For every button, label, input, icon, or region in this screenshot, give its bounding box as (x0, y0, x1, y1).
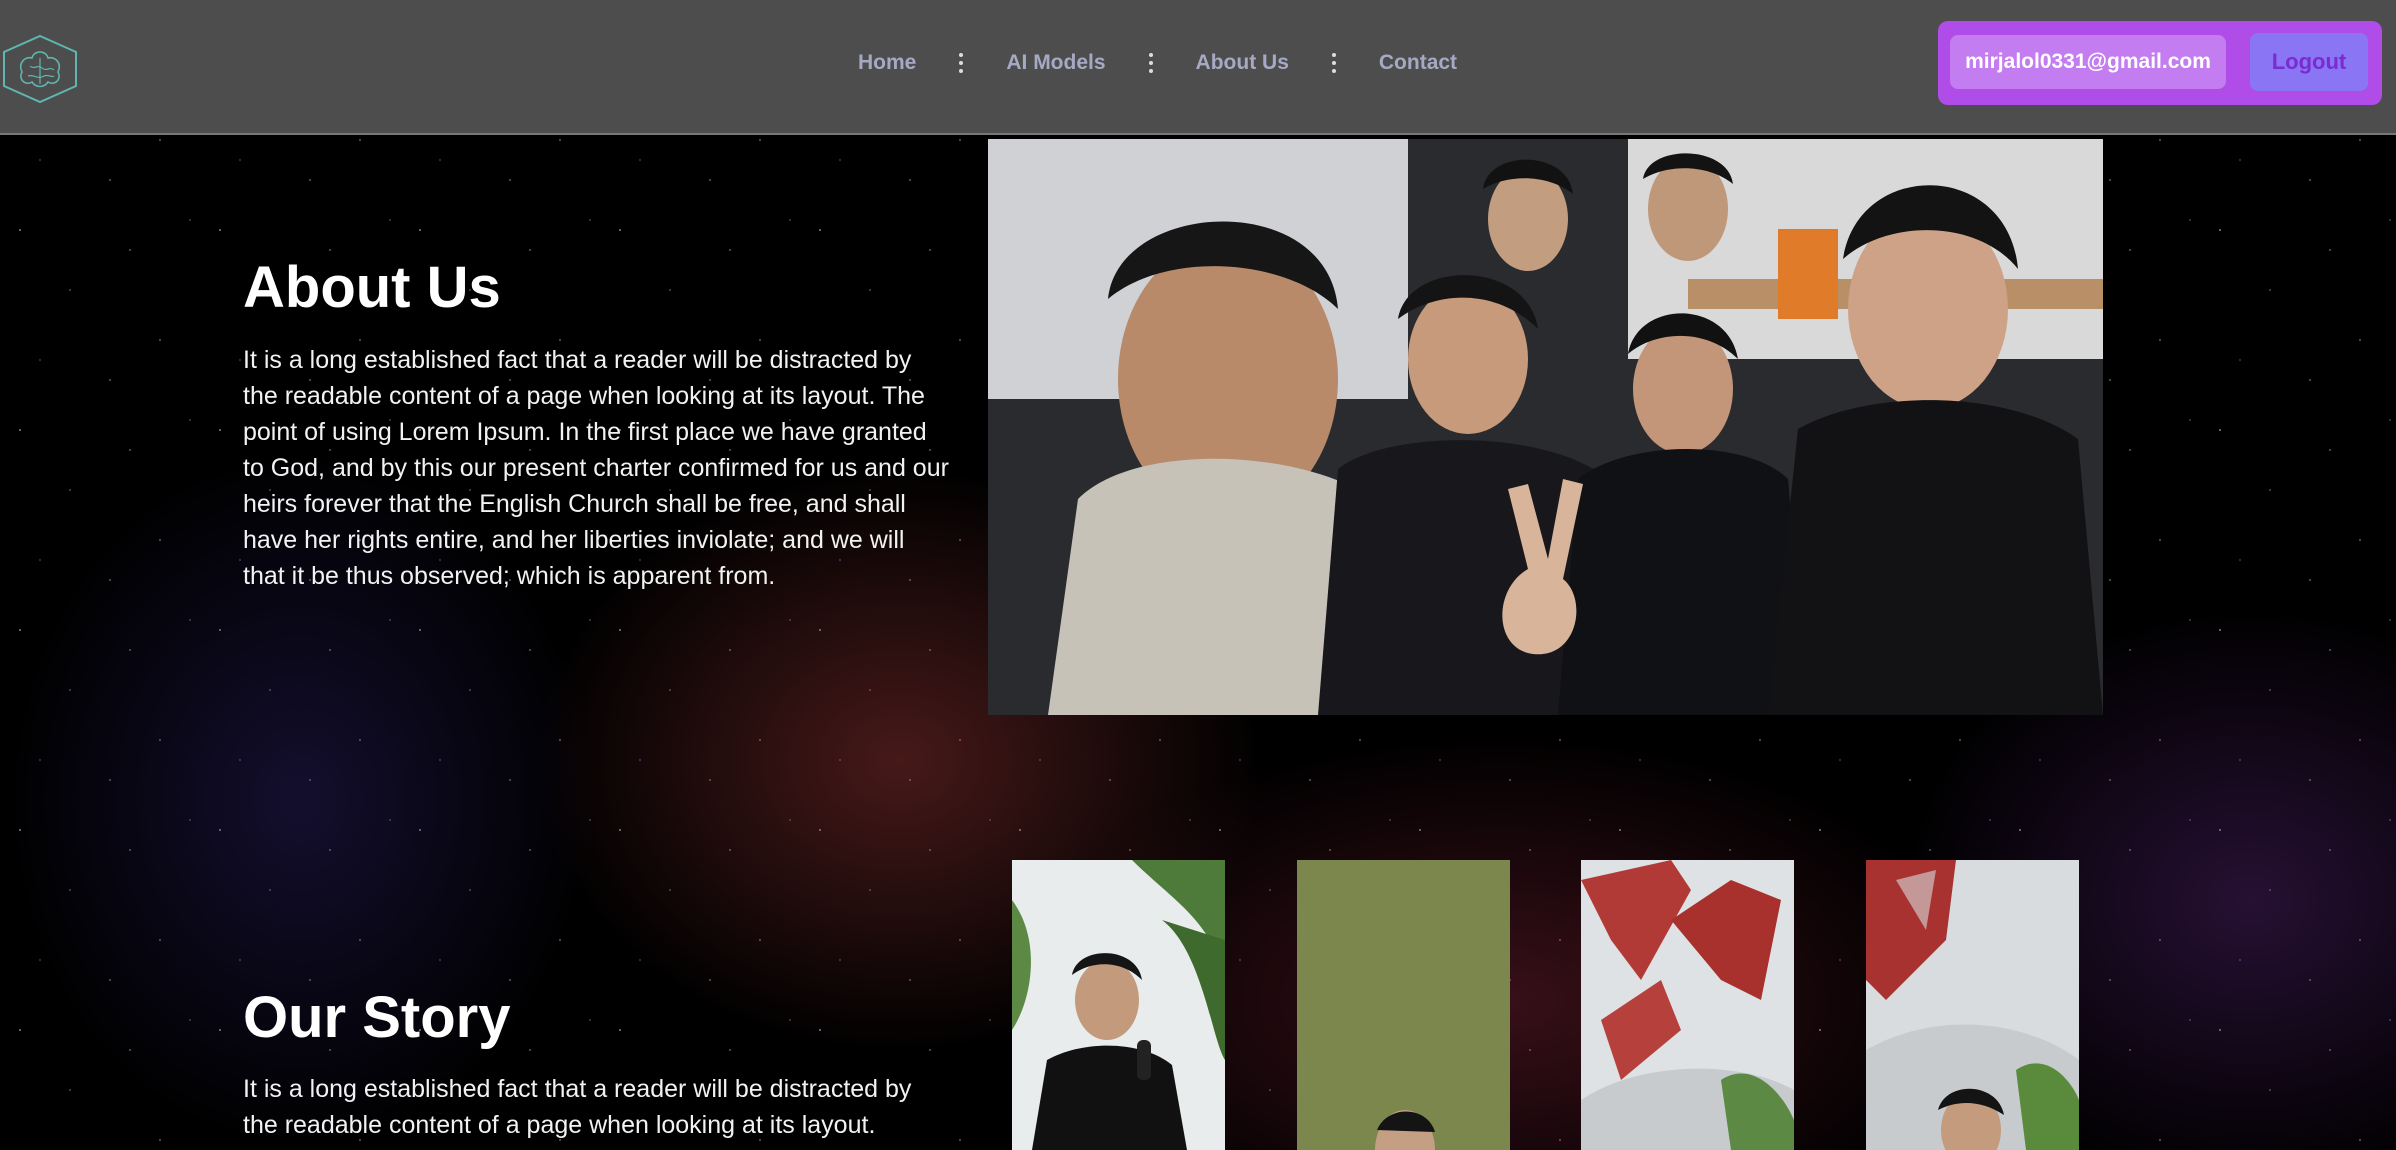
navbar: Home AI Models About Us Contact mirjalol… (0, 0, 2396, 135)
nav-about-us[interactable]: About Us (1196, 51, 1289, 75)
about-text: It is a long established fact that a rea… (243, 346, 949, 590)
story-photo-4 (1866, 860, 2079, 1150)
story-text: It is a long established fact that a rea… (243, 1075, 912, 1139)
main-nav: Home AI Models About Us Contact (858, 48, 1457, 78)
user-email[interactable]: mirjalol0331@gmail.com (1950, 35, 2226, 89)
brain-logo-icon[interactable] (0, 34, 80, 104)
nav-ai-models[interactable]: AI Models (1006, 51, 1105, 75)
team-photo (988, 139, 2103, 715)
nav-contact[interactable]: Contact (1379, 51, 1457, 75)
account-panel: mirjalol0331@gmail.com Logout (1938, 21, 2382, 105)
story-title: Our Story (243, 985, 511, 1050)
logout-button[interactable]: Logout (2250, 33, 2368, 91)
story-photo-1 (1012, 860, 1225, 1150)
story-photo-3 (1581, 860, 1794, 1150)
vertical-dots-separator-icon (958, 53, 964, 73)
nav-home[interactable]: Home (858, 51, 916, 75)
vertical-dots-separator-icon (1331, 53, 1337, 73)
vertical-dots-separator-icon (1148, 53, 1154, 73)
story-photo-2 (1297, 860, 1510, 1150)
about-title: About Us (243, 255, 501, 320)
